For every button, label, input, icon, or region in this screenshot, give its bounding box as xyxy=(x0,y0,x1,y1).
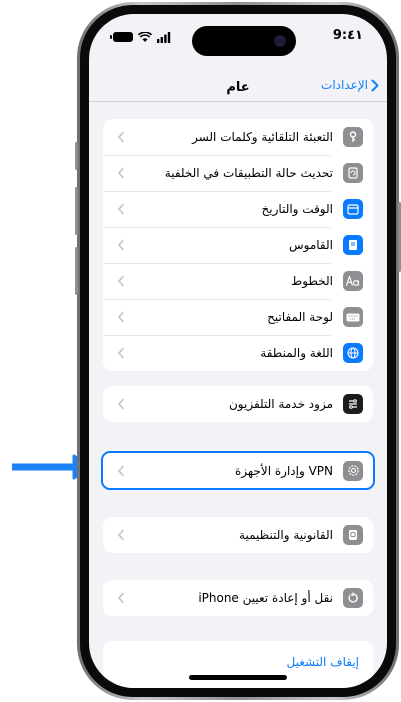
list-item-label: القاموس xyxy=(289,238,333,252)
list-item-label: تحديث حالة التطبيقات في الخلفية xyxy=(164,166,333,180)
chevron-left-icon xyxy=(117,167,125,179)
battery-icon xyxy=(110,32,133,42)
list-item-label: اللغة والمنطقة xyxy=(260,346,333,360)
chevron-left-icon xyxy=(117,275,125,287)
gear-icon xyxy=(343,460,363,481)
screen: 9:٤١ عام الإعدادات التعبئة التلقائية وكل… xyxy=(89,14,387,688)
reset-icon xyxy=(343,588,363,608)
chevron-left-icon xyxy=(117,239,125,251)
cellular-signal-icon xyxy=(157,31,171,43)
list-item-label: مزود خدمة التلفزيون xyxy=(228,397,333,411)
chevron-left-icon xyxy=(117,398,125,410)
chevron-left-icon xyxy=(117,592,125,604)
chevron-left-icon xyxy=(117,465,125,477)
settings-group-vpn: VPN وإدارة الأجهزة xyxy=(101,451,375,490)
chevron-left-icon xyxy=(117,203,125,215)
list-item-label: لوحة المفاتيح xyxy=(267,310,333,324)
settings-group-tv: مزود خدمة التلفزيون xyxy=(103,386,373,422)
status-bar: 9:٤١ xyxy=(89,14,387,58)
list-item-dictionary[interactable]: القاموس xyxy=(103,227,373,263)
chevron-left-icon xyxy=(117,529,125,541)
list-item-keyboard[interactable]: لوحة المفاتيح xyxy=(103,299,373,335)
list-item-fonts[interactable]: الخطوط xyxy=(103,263,373,299)
fonts-icon xyxy=(343,271,363,291)
settings-group-main: التعبئة التلقائية وكلمات السر تحديث حالة… xyxy=(103,119,373,371)
list-item-transfer-reset[interactable]: نقل أو إعادة تعيين iPhone xyxy=(103,580,373,616)
dynamic-island xyxy=(192,26,296,56)
back-button-label: الإعدادات xyxy=(321,78,368,92)
chevron-right-icon xyxy=(371,79,379,91)
list-item-label: القانونية والتنظيمية xyxy=(239,528,333,542)
settings-group-shutdown: إيقاف التشغيل xyxy=(103,641,373,688)
navigation-bar: عام الإعدادات xyxy=(89,58,387,102)
settings-group-transfer: نقل أو إعادة تعيين iPhone xyxy=(103,580,373,616)
list-item-language-region[interactable]: اللغة والمنطقة xyxy=(103,335,373,371)
book-icon xyxy=(343,235,363,255)
list-item-label: نقل أو إعادة تعيين iPhone xyxy=(198,591,333,605)
wifi-icon xyxy=(138,31,152,43)
status-time: 9:٤١ xyxy=(332,28,363,43)
list-item-tv-provider[interactable]: مزود خدمة التلفزيون xyxy=(103,386,373,422)
home-indicator[interactable] xyxy=(189,675,287,680)
keyboard-icon xyxy=(343,307,363,327)
back-button[interactable]: الإعدادات xyxy=(321,78,379,92)
list-item-autofill-passwords[interactable]: التعبئة التلقائية وكلمات السر xyxy=(103,119,373,155)
key-icon xyxy=(343,127,363,147)
list-item-background-refresh[interactable]: تحديث حالة التطبيقات في الخلفية xyxy=(103,155,373,191)
refresh-icon xyxy=(343,163,363,183)
globe-icon xyxy=(343,343,363,363)
list-item-label: الخطوط xyxy=(291,274,333,288)
calendar-clock-icon xyxy=(343,199,363,219)
chevron-left-icon xyxy=(117,131,125,143)
tv-provider-icon xyxy=(343,394,363,414)
legal-icon xyxy=(343,525,363,545)
list-item-vpn-device-management[interactable]: VPN وإدارة الأجهزة xyxy=(103,453,373,488)
list-item-legal-regulatory[interactable]: القانونية والتنظيمية xyxy=(103,517,373,553)
shutdown-label: إيقاف التشغيل xyxy=(286,655,359,669)
list-item-label: VPN وإدارة الأجهزة xyxy=(235,463,333,478)
settings-group-legal: القانونية والتنظيمية xyxy=(103,517,373,553)
chevron-left-icon xyxy=(117,311,125,323)
chevron-left-icon xyxy=(117,347,125,359)
list-item-label: الوقت والتاريخ xyxy=(261,202,333,216)
list-item-label: التعبئة التلقائية وكلمات السر xyxy=(192,130,333,144)
list-item-date-time[interactable]: الوقت والتاريخ xyxy=(103,191,373,227)
phone-frame: 9:٤١ عام الإعدادات التعبئة التلقائية وكل… xyxy=(75,2,401,700)
